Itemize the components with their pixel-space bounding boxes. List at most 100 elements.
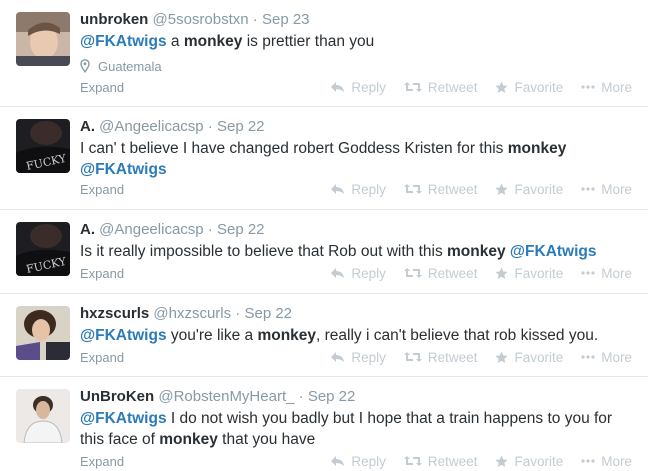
retweet-button[interactable]: Retweet — [403, 266, 477, 281]
avatar[interactable] — [16, 12, 70, 66]
tweet-username[interactable]: @hxzscurls — [153, 305, 231, 322]
reply-button[interactable]: Reply — [330, 266, 386, 281]
expand-link[interactable]: Expand — [80, 182, 124, 197]
mention-link[interactable]: @FKAtwigs — [510, 243, 597, 260]
reply-button[interactable]: Reply — [330, 454, 386, 469]
tweet-text: Is it really impossible to believe that … — [80, 241, 638, 262]
more-button[interactable]: More — [581, 266, 632, 281]
tweet-item[interactable]: unbroken @5sosrobstxn · Sep 23 @FKAtwigs… — [0, 0, 648, 107]
tweet-fullname[interactable]: unbroken — [80, 11, 148, 28]
tweet-timestamp[interactable]: Sep 22 — [217, 118, 265, 135]
tweet-fullname[interactable]: UnBroKen — [80, 388, 154, 405]
text-segment: that you have — [217, 431, 316, 448]
retweet-icon — [403, 268, 422, 278]
expand-link[interactable]: Expand — [80, 266, 124, 281]
map-pin-icon — [80, 59, 90, 73]
reply-button[interactable]: Reply — [330, 80, 386, 95]
more-button[interactable]: More — [581, 350, 632, 365]
text-segment: a — [166, 33, 184, 50]
retweet-icon — [403, 82, 422, 92]
favorite-button[interactable]: Favorite — [495, 266, 563, 281]
ellipsis-icon — [581, 187, 595, 191]
mention-link[interactable]: @FKAtwigs — [80, 410, 167, 427]
more-button[interactable]: More — [581, 182, 632, 197]
separator-dot: · — [235, 305, 241, 322]
reply-icon — [331, 184, 345, 194]
tweet-item[interactable]: hxzscurls @hxzscurls · Sep 22 @FKAtwigs … — [0, 294, 648, 377]
retweet-label: Retweet — [427, 453, 478, 469]
retweet-button[interactable]: Retweet — [403, 453, 478, 469]
more-label: More — [601, 349, 632, 365]
ellipsis-icon — [581, 85, 595, 89]
tweet-actions: Reply Retweet Favorite More — [312, 266, 632, 281]
tweet-item[interactable]: UnBroKen @RobstenMyHeart_ · Sep 22 @FKAt… — [0, 377, 648, 469]
favorite-label: Favorite — [514, 265, 564, 281]
favorite-button[interactable]: Favorite — [495, 182, 563, 197]
more-label: More — [601, 181, 632, 197]
tweet-fullname[interactable]: hxzscurls — [80, 305, 149, 322]
avatar[interactable] — [16, 389, 70, 443]
separator-dot: · — [298, 388, 304, 405]
location-label[interactable]: Guatemala — [98, 59, 162, 74]
text-segment: is prettier than you — [242, 33, 375, 50]
more-button[interactable]: More — [581, 80, 632, 95]
tweet-text: I can' t believe I have changed robert G… — [80, 138, 638, 180]
tweet-username[interactable]: @RobstenMyHeart_ — [158, 388, 294, 405]
more-label: More — [601, 453, 632, 469]
reply-label: Reply — [351, 349, 386, 365]
tweet-fullname[interactable]: A. — [80, 221, 95, 238]
avatar[interactable]: FUCKY — [16, 119, 70, 173]
reply-label: Reply — [351, 453, 386, 469]
reply-button[interactable]: Reply — [330, 350, 386, 365]
tweet-location[interactable]: Guatemala — [80, 57, 638, 75]
retweet-label: Retweet — [427, 79, 478, 95]
favorite-button[interactable]: Favorite — [495, 454, 563, 469]
keyword-highlight: monkey — [183, 33, 243, 50]
tweet-username[interactable]: @Angeelicacsp — [99, 221, 203, 238]
more-label: More — [601, 79, 632, 95]
mention-link[interactable]: @FKAtwigs — [80, 327, 167, 344]
retweet-button[interactable]: Retweet — [403, 349, 478, 365]
tweet-timeline: unbroken @5sosrobstxn · Sep 23 @FKAtwigs… — [0, 0, 650, 469]
tweet-username[interactable]: @Angeelicacsp — [99, 118, 203, 135]
tweet-timestamp[interactable]: Sep 22 — [244, 305, 292, 322]
ellipsis-icon — [581, 271, 595, 275]
expand-link[interactable]: Expand — [80, 350, 124, 365]
retweet-button[interactable]: Retweet — [403, 181, 478, 197]
avatar[interactable]: FUCKY — [16, 222, 70, 276]
tweet-username[interactable]: @5sosrobstxn — [153, 11, 249, 28]
avatar[interactable] — [16, 306, 70, 360]
favorite-label: Favorite — [514, 79, 564, 95]
separator-dot: · — [252, 11, 258, 28]
reply-icon — [331, 268, 345, 278]
mention-link[interactable]: @FKAtwigs — [80, 33, 167, 50]
keyword-highlight: monkey — [257, 327, 317, 344]
tweet-fullname[interactable]: A. — [80, 118, 95, 135]
favorite-button[interactable]: Favorite — [495, 80, 563, 95]
tweet-timestamp[interactable]: Sep 22 — [217, 221, 265, 238]
favorite-label: Favorite — [514, 181, 564, 197]
text-segment: you're like a — [166, 327, 258, 344]
retweet-label: Retweet — [427, 349, 478, 365]
tweet-timestamp[interactable]: Sep 22 — [308, 388, 356, 405]
retweet-label: Retweet — [427, 181, 478, 197]
mention-link[interactable]: @FKAtwigs — [80, 161, 167, 178]
expand-link[interactable]: Expand — [80, 80, 124, 95]
star-icon — [495, 81, 509, 93]
tweet-item[interactable]: FUCKY A. @Angeelicacsp · Sep 22 I can' t… — [0, 107, 648, 210]
reply-button[interactable]: Reply — [330, 182, 386, 197]
retweet-button[interactable]: Retweet — [403, 79, 478, 95]
tweet-text: @FKAtwigs a monkey is prettier than you — [80, 31, 638, 52]
reply-label: Reply — [351, 79, 386, 95]
favorite-button[interactable]: Favorite — [495, 350, 563, 365]
keyword-highlight: monkey — [447, 243, 506, 260]
tweet-actions: Reply Retweet Favorite More — [312, 182, 632, 197]
more-button[interactable]: More — [581, 454, 632, 469]
tweet-item[interactable]: FUCKY A. @Angeelicacsp · Sep 22 Is it re… — [0, 210, 648, 294]
text-segment: Is it really impossible to believe that … — [80, 243, 448, 260]
more-label: More — [601, 265, 632, 281]
tweet-timestamp[interactable]: Sep 23 — [262, 11, 310, 28]
expand-link[interactable]: Expand — [80, 454, 124, 469]
reply-icon — [331, 352, 345, 362]
star-icon — [495, 351, 509, 363]
